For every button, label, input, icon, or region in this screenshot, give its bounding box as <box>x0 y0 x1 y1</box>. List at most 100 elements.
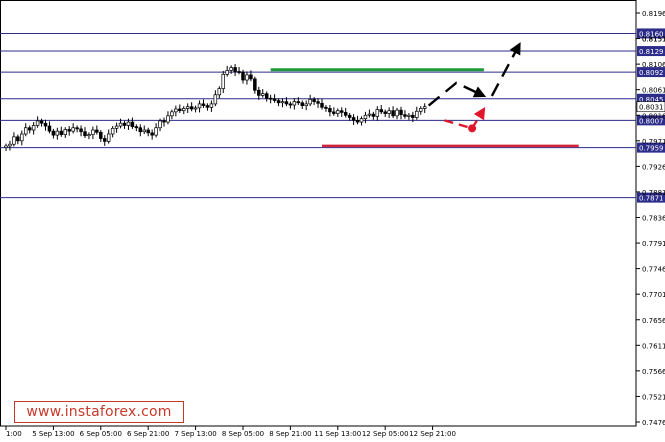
candle-body <box>375 109 380 117</box>
level-label: 0.8092 <box>639 69 664 77</box>
y-tick-label: 0.8196 <box>642 10 665 18</box>
x-tick-label: 8 Sep 21:00 <box>269 430 311 438</box>
candle-body <box>233 67 237 72</box>
y-tick-label: 0.8151 <box>642 36 665 44</box>
candle-body <box>419 108 423 112</box>
y-tick-label: 0.7476 <box>642 419 665 427</box>
candle-body <box>237 71 241 73</box>
y-tick-label: 0.7656 <box>642 317 665 325</box>
plot-frame <box>0 0 637 427</box>
candle-body <box>39 120 44 124</box>
candle-body <box>43 122 48 127</box>
candle-body <box>170 111 174 117</box>
level-label: 0.8129 <box>639 48 664 56</box>
candle-body <box>371 113 376 117</box>
grid-layer <box>0 0 637 427</box>
candle-layer <box>4 64 427 152</box>
candle-body <box>134 126 139 129</box>
level-layer: 0.81600.81290.80920.80450.80070.79590.78… <box>0 28 665 203</box>
candle-body <box>249 74 253 80</box>
candle-body <box>59 130 64 135</box>
candle-body <box>47 125 52 132</box>
candle-body <box>340 110 344 113</box>
candle-body <box>422 106 427 109</box>
x-tick-label: 11 Sep 13:00 <box>314 430 361 438</box>
candle-body <box>241 71 245 81</box>
candle-body <box>403 114 407 117</box>
candle-body <box>391 110 395 117</box>
candle-body <box>245 74 249 81</box>
y-tick-label: 0.7836 <box>642 215 665 223</box>
candle-body <box>324 106 328 109</box>
candle-body <box>110 127 115 135</box>
forecast-arrow-down-dash <box>444 119 473 130</box>
candle-body <box>75 127 79 130</box>
y-tick-label: 0.8061 <box>642 87 665 95</box>
candle-body <box>383 111 387 114</box>
candle-body <box>146 129 150 134</box>
candle-body <box>8 143 12 147</box>
y-tick-label: 0.7971 <box>642 138 665 146</box>
candle-body <box>367 113 372 116</box>
candle-body <box>351 117 356 121</box>
candle-body <box>387 110 391 114</box>
candle-body <box>16 136 20 142</box>
candle-body <box>415 110 419 118</box>
candle-body <box>130 121 135 127</box>
x-axis: 1:00 5 Sep 13:00 6 Sep 05:00 6 Sep 21:00 7 S… <box>5 426 456 438</box>
y-tick-label: 0.8106 <box>642 61 665 69</box>
candle-body <box>312 98 316 102</box>
candle-body <box>31 125 36 131</box>
candle-body <box>268 97 273 100</box>
y-tick-label: 0.7701 <box>642 291 665 299</box>
y-tick-label: 0.7746 <box>642 266 665 274</box>
candle-body <box>347 114 352 118</box>
candle-body <box>138 127 143 133</box>
current-price-label: 0.8031 <box>639 104 664 112</box>
x-tick-label: 12 Sep 05:00 <box>362 430 409 438</box>
candle-body <box>174 108 178 113</box>
candle-body <box>296 101 301 104</box>
watermark-text: www.instaforex.com <box>26 404 172 420</box>
candle-body <box>71 127 75 132</box>
chart-svg: 0.81600.81290.80920.80450.80070.79590.78… <box>0 0 665 438</box>
x-tick-label: 7 Sep 13:00 <box>174 430 216 438</box>
candle-body <box>288 103 293 106</box>
y-tick-label: 0.7791 <box>642 240 665 248</box>
candle-body <box>142 129 147 133</box>
forecast-arrow-up-2 <box>490 42 521 97</box>
candle-body <box>292 101 297 106</box>
candle-body <box>399 109 403 116</box>
candle-body <box>205 105 210 108</box>
candle-body <box>55 130 60 136</box>
forex-chart: 0.8160 0.8129 0.8092 0.8045 0.8007 0.7959 0.78… <box>0 0 665 438</box>
x-tick-label: 8 Sep 05:00 <box>222 430 264 438</box>
candle-body <box>197 103 202 109</box>
candle-body <box>126 121 131 126</box>
candle-body <box>63 129 67 135</box>
forecast-arrow-layer <box>427 42 521 133</box>
forecast-arrow-up-1 <box>427 81 487 107</box>
candle-body <box>300 102 305 106</box>
candle-body <box>193 107 198 110</box>
candle-body <box>304 103 308 106</box>
candle-body <box>35 120 40 126</box>
candle-body <box>51 130 56 136</box>
candle-body <box>87 134 91 137</box>
candle-body <box>284 101 289 105</box>
candle-body <box>150 132 154 136</box>
y-tick-label: 0.7926 <box>642 163 665 171</box>
candle-body <box>95 129 99 133</box>
candle-body <box>320 102 324 108</box>
watermark-logo: www.instaforex.com <box>14 401 184 423</box>
level-label: 0.7959 <box>639 145 664 153</box>
candle-body <box>79 128 83 133</box>
candle-body <box>225 70 229 75</box>
candle-body <box>154 127 158 136</box>
candle-body <box>91 129 95 135</box>
candle-body <box>27 127 32 131</box>
candle-body <box>328 108 332 113</box>
candle-body <box>272 98 277 101</box>
candle-body <box>336 110 340 114</box>
candle-body <box>185 106 190 109</box>
